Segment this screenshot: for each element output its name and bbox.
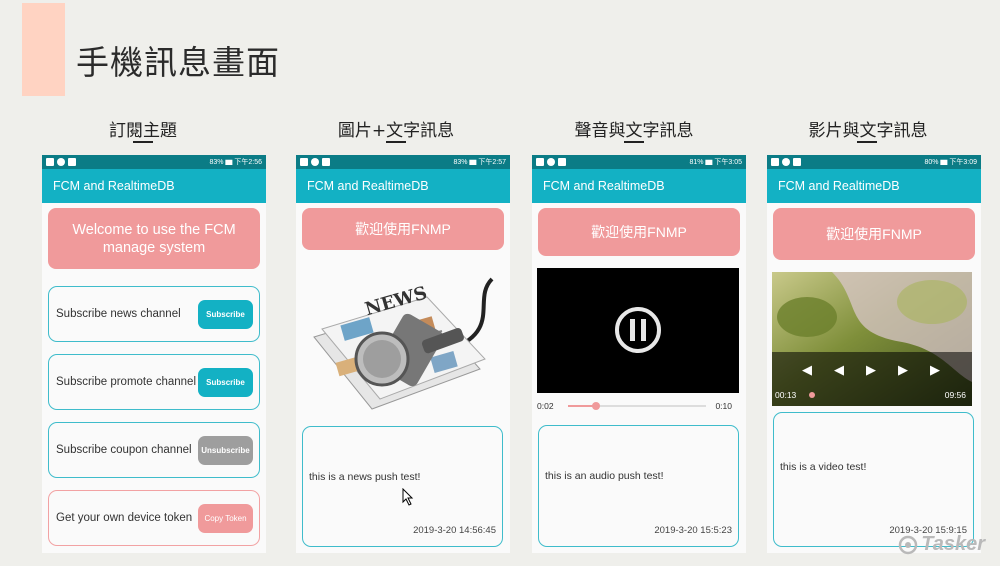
welcome-banner: 歡迎使用FNMP [538,208,740,256]
audio-total-time: 0:10 [715,401,732,411]
message-card: this is a news push test! 2019-3-20 14:5… [302,426,503,547]
device-token-row: Get your own device token Copy Token [48,490,260,546]
subscribe-news-button[interactable]: Subscribe [198,299,253,329]
app-bar-title: FCM and RealtimeDB [296,169,510,203]
welcome-banner: 歡迎使用FNMP [773,208,975,260]
audio-seek-thumb[interactable] [591,402,600,410]
coupon-channel-row: Subscribe coupon channel Unsubscribe [48,422,260,478]
mouse-cursor-icon [402,488,414,506]
news-channel-row: Subscribe news channel Subscribe [48,286,260,342]
heading-underline [857,141,877,143]
app-bar-title: FCM and RealtimeDB [532,169,746,203]
app-bar-title: FCM and RealtimeDB [767,169,981,203]
phone-subscribe-screen: 83% ▆ 下午2:56 FCM and RealtimeDB Welcome … [42,155,266,553]
status-indicators: 81% ▆ 下午3:05 [689,159,742,166]
app-bar-title: FCM and RealtimeDB [42,169,266,203]
column-heading-video: 影片與文字訊息 [808,121,928,141]
title-accent-bar [22,3,65,96]
message-card: this is an audio push test! 2019-3-20 15… [538,425,739,547]
status-bar: 83% ▆ 下午2:57 [296,155,510,169]
message-text: this is an audio push test! [545,470,664,482]
column-heading-subscribe: 訂閱主題 [109,121,177,141]
column-heading-image: 圖片+文字訊息 [337,121,455,141]
message-card: this is a video test! 2019-3-20 15:9:15 [773,412,974,547]
column-heading-audio: 聲音與文字訊息 [574,121,694,141]
watermark-text: Tasker [921,533,985,555]
welcome-banner: Welcome to use the FCM manage system [48,208,260,269]
status-bar: 83% ▆ 下午2:56 [42,155,266,169]
message-timestamp: 2019-3-20 14:56:45 [413,525,496,536]
welcome-banner: 歡迎使用FNMP [302,208,504,250]
tasker-logo-icon [899,535,918,554]
status-bar: 80% ▆ 下午3:09 [767,155,981,169]
status-bar: 81% ▆ 下午3:05 [532,155,746,169]
message-timestamp: 2019-3-20 15:5:23 [654,525,732,536]
pause-icon[interactable] [613,305,663,355]
news-microphone-image: NEWS [302,259,504,419]
status-indicators: 83% ▆ 下午2:57 [453,159,506,166]
video-elapsed-time: 00:13 [775,390,797,400]
video-player[interactable]: ◀◀▶▶▶ 00:13 09:56 [772,272,972,406]
audio-seek-bar[interactable] [568,402,706,410]
status-indicators: 83% ▆ 下午2:56 [209,159,262,166]
play-icon[interactable]: ▶ [866,362,898,377]
heading-underline [624,141,644,143]
audio-player[interactable] [537,268,739,393]
phone-audio-message-screen: 81% ▆ 下午3:05 FCM and RealtimeDB 歡迎使用FNMP… [532,155,746,553]
tasker-watermark: Tasker [898,533,985,556]
message-text: this is a video test! [780,461,867,473]
heading-underline [386,141,406,143]
video-controls: ◀◀▶▶▶ [772,362,972,378]
copy-token-button[interactable]: Copy Token [198,503,253,533]
phone-image-message-screen: 83% ▆ 下午2:57 FCM and RealtimeDB 歡迎使用FNMP… [296,155,510,553]
promote-channel-row: Subscribe promote channel Subscribe [48,354,260,410]
device-token-label: Get your own device token [56,512,193,524]
coupon-channel-label: Subscribe coupon channel [56,444,192,456]
unsubscribe-coupon-button[interactable]: Unsubscribe [198,435,253,465]
video-seek-thumb[interactable] [809,392,815,398]
heading-underline [133,141,153,143]
promote-channel-label: Subscribe promote channel [56,376,196,388]
video-frame [772,272,972,406]
fast-forward-icon[interactable]: ▶▶ [898,362,962,377]
slide-title: 手機訊息畫面 [76,43,280,82]
phone-video-message-screen: 80% ▆ 下午3:09 FCM and RealtimeDB 歡迎使用FNMP… [767,155,981,553]
news-channel-label: Subscribe news channel [56,308,181,320]
status-indicators: 80% ▆ 下午3:09 [924,159,977,166]
rewind-icon[interactable]: ◀◀ [802,362,866,377]
message-text: this is a news push test! [309,471,421,483]
audio-elapsed-time: 0:02 [537,401,554,411]
subscribe-promote-button[interactable]: Subscribe [198,367,253,397]
video-total-time: 09:56 [944,390,966,400]
